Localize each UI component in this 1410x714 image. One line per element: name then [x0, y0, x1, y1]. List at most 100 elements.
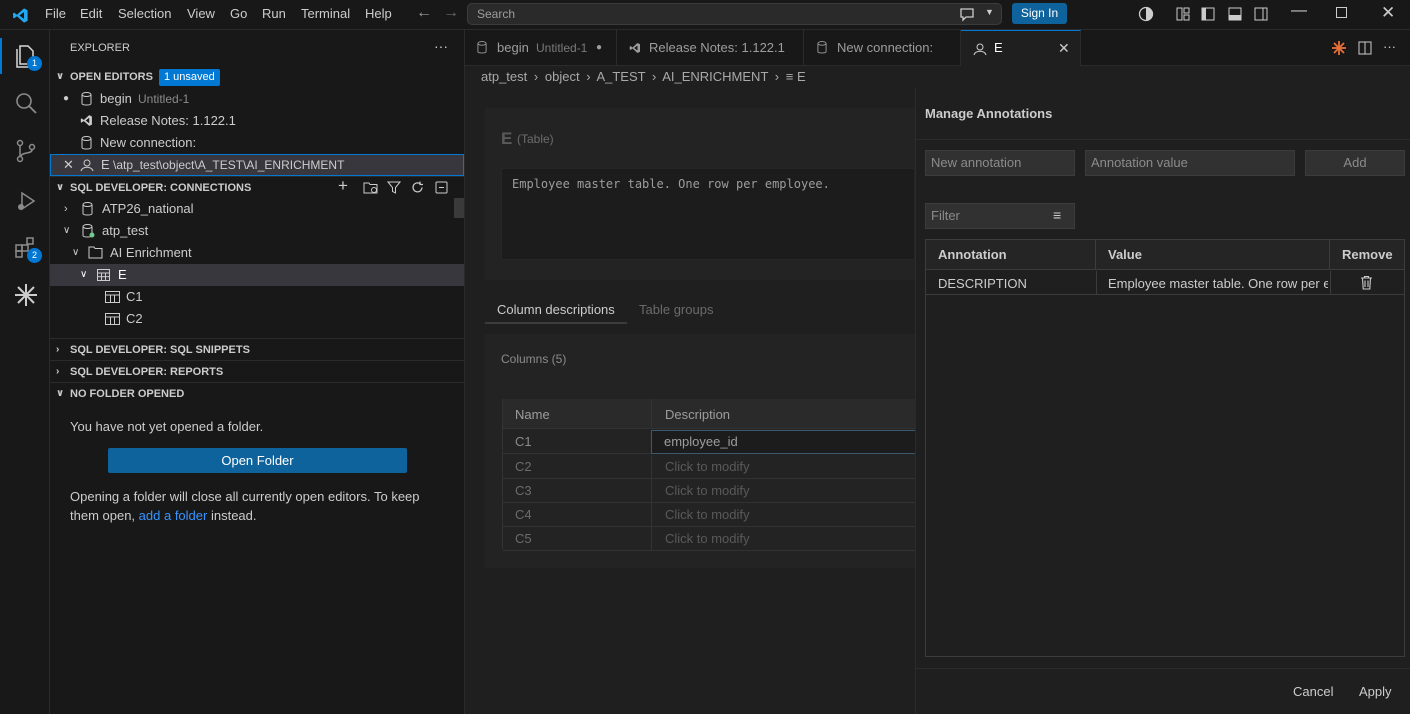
reports-header[interactable]: › SQL DEVELOPER: REPORTS — [50, 360, 464, 382]
breadcrumb-item[interactable]: AI_ENRICHMENT — [662, 69, 768, 84]
maximize-icon[interactable] — [1336, 7, 1347, 18]
scrollbar-thumb[interactable] — [454, 198, 464, 218]
chevron-down-icon[interactable]: ▼ — [985, 7, 994, 17]
open-editor-e[interactable]: ✕ E \atp_test\object\A_TEST\AI_ENRICHMEN… — [50, 154, 464, 176]
open-editor-begin[interactable]: ● begin Untitled-1 — [50, 88, 464, 110]
sign-in-button[interactable]: Sign In — [1012, 3, 1067, 24]
tab-release-notes[interactable]: Release Notes: 1.122.1 — [617, 30, 804, 66]
breadcrumb-item[interactable]: atp_test — [481, 69, 527, 84]
new-annotation-input[interactable]: New annotation — [925, 150, 1075, 176]
editor-name: Release Notes: 1.122.1 — [100, 113, 236, 128]
tree-column-c2[interactable]: C2 — [50, 308, 450, 330]
customize-layout-icon[interactable] — [1176, 7, 1190, 21]
source-control-icon[interactable] — [13, 138, 39, 164]
refresh-icon[interactable] — [411, 181, 424, 194]
annotation-value-input[interactable]: Annotation value — [1085, 150, 1295, 176]
tab-new-connection[interactable]: New connection: — [804, 30, 961, 66]
no-folder-header[interactable]: ∨ NO FOLDER OPENED — [50, 382, 464, 404]
copilot-chat-icon[interactable] — [958, 6, 976, 22]
open-editor-new-connection[interactable]: New connection: — [50, 132, 464, 154]
more-actions-icon[interactable]: ··· — [1383, 39, 1396, 54]
table-row[interactable]: C3 Click to modify — [503, 479, 916, 503]
open-editors-header[interactable]: ∨ OPEN EDITORS 1 unsaved — [50, 66, 464, 88]
editor-detail: \atp_test\object\A_TEST\AI_ENRICHMENT — [113, 158, 345, 172]
open-editor-release-notes[interactable]: Release Notes: 1.122.1 — [50, 110, 464, 132]
table-row[interactable]: C5 Click to modify — [503, 527, 916, 551]
add-button[interactable]: Add — [1305, 150, 1405, 176]
tab-label: Release Notes: 1.122.1 — [649, 40, 785, 55]
row-description[interactable]: Click to modify — [665, 483, 750, 498]
tab-table-groups[interactable]: Table groups — [639, 302, 713, 317]
command-center-search[interactable]: Search — [467, 3, 1002, 25]
new-folder-icon[interactable] — [363, 181, 378, 194]
connection-atp-test[interactable]: ∨ atp_test — [50, 220, 450, 242]
tree-table-e[interactable]: ∨ E — [50, 264, 464, 286]
table-row[interactable]: C1 employee_id — [503, 430, 916, 454]
menu-file[interactable]: File — [45, 6, 66, 21]
menu-selection[interactable]: Selection — [118, 6, 171, 21]
minimize-icon[interactable]: — — [1291, 2, 1307, 20]
menu-terminal[interactable]: Terminal — [301, 6, 350, 21]
cancel-button[interactable]: Cancel — [1293, 684, 1333, 699]
apply-button[interactable]: Apply — [1359, 684, 1392, 699]
toggle-secondary-sidebar-icon[interactable] — [1254, 7, 1268, 21]
tab-column-descriptions[interactable]: Column descriptions — [497, 302, 615, 317]
close-window-icon[interactable]: ✕ — [1381, 3, 1395, 23]
run-debug-icon[interactable] — [13, 188, 39, 214]
title-divider — [916, 139, 1410, 140]
close-tab-icon[interactable]: ✕ — [1058, 30, 1070, 66]
more-actions-icon[interactable]: ··· — [434, 38, 448, 54]
open-folder-button[interactable]: Open Folder — [108, 448, 407, 473]
table-row[interactable]: C2 Click to modify — [503, 455, 916, 479]
add-folder-link[interactable]: add a folder — [139, 508, 208, 523]
activity-bar: 1 2 — [0, 30, 50, 714]
table-type: (Table) — [517, 132, 554, 146]
menu-help[interactable]: Help — [365, 6, 392, 21]
database-icon — [81, 136, 92, 150]
dirty-dot-icon[interactable]: ● — [596, 30, 602, 66]
collapse-all-icon[interactable] — [435, 181, 448, 194]
accounts-icon[interactable] — [1138, 6, 1154, 22]
split-editor-icon[interactable] — [1358, 41, 1372, 55]
menu-run[interactable]: Run — [262, 6, 286, 21]
search-icon[interactable] — [13, 90, 39, 116]
row-description[interactable]: Click to modify — [665, 507, 750, 522]
breadcrumb-item[interactable]: E — [797, 69, 806, 84]
sql-developer-icon[interactable] — [13, 282, 39, 308]
toggle-panel-icon[interactable] — [1228, 7, 1242, 21]
close-icon[interactable]: ✕ — [63, 154, 74, 176]
cell-divider — [651, 503, 652, 527]
menu-view[interactable]: View — [187, 6, 215, 21]
back-arrow-icon[interactable]: ← — [416, 4, 432, 22]
chevron-right-icon: › — [56, 344, 60, 355]
filter-input[interactable]: Filter ≡ — [925, 203, 1075, 229]
filter-icon[interactable] — [387, 181, 401, 194]
row-description[interactable]: Click to modify — [665, 459, 750, 474]
breadcrumb-item[interactable]: A_TEST — [596, 69, 645, 84]
toggle-primary-sidebar-icon[interactable] — [1201, 7, 1215, 21]
sql-developer-run-icon[interactable] — [1331, 40, 1347, 56]
table-info-panel: E (Table) Employee master table. One row… — [485, 108, 915, 280]
tab-e[interactable]: E ✕ — [961, 30, 1081, 66]
row-description-input[interactable]: employee_id — [651, 430, 916, 454]
trash-icon[interactable] — [1360, 275, 1373, 290]
connections-header[interactable]: ∨ SQL DEVELOPER: CONNECTIONS — [50, 176, 464, 198]
ai-folder-icon — [88, 246, 103, 259]
table-description-textarea[interactable]: Employee master table. One row per emplo… — [501, 168, 915, 260]
tab-begin[interactable]: begin Untitled-1 ● — [465, 30, 617, 66]
filter-lines-icon[interactable]: ≡ — [1053, 207, 1061, 223]
sql-snippets-header[interactable]: › SQL DEVELOPER: SQL SNIPPETS — [50, 338, 464, 360]
connection-atp26-national[interactable]: › ATP26_national — [50, 198, 450, 220]
table-row[interactable]: C4 Click to modify — [503, 503, 916, 527]
tree-column-c1[interactable]: C1 — [50, 286, 450, 308]
breadcrumb-item[interactable]: object — [545, 69, 580, 84]
row-description[interactable]: Click to modify — [665, 531, 750, 546]
tree-ai-enrichment[interactable]: ∨ AI Enrichment — [50, 242, 450, 264]
menu-edit[interactable]: Edit — [80, 6, 102, 21]
chevron-right-icon: › — [533, 69, 539, 84]
add-connection-icon[interactable]: + — [338, 176, 348, 196]
table-row[interactable]: DESCRIPTION Employee master table. One r… — [926, 271, 1404, 295]
forward-arrow-icon[interactable]: → — [443, 4, 459, 22]
menu-go[interactable]: Go — [230, 6, 247, 21]
column-icon — [105, 291, 120, 303]
